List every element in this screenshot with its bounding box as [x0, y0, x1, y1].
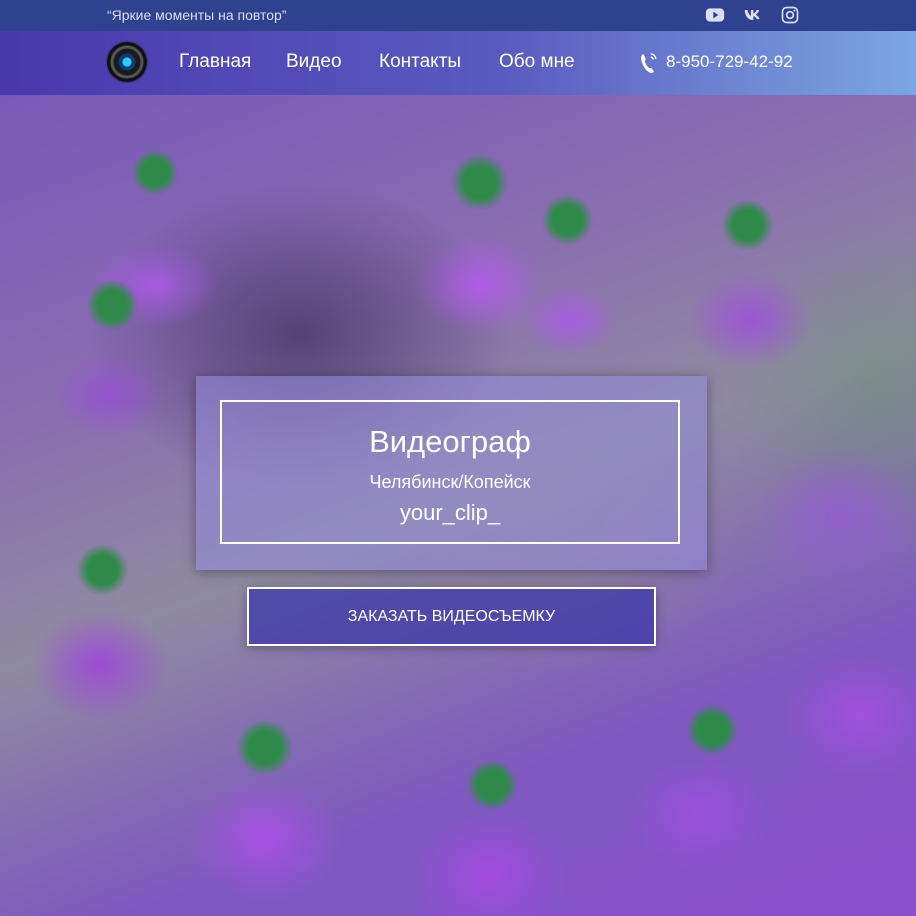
hero-handle: your_clip_	[399, 500, 501, 525]
flower-center	[85, 280, 140, 330]
flower-center	[130, 150, 180, 195]
nav-item-contacts[interactable]: Контакты	[379, 51, 461, 73]
hero-subtitle: Челябинск/Копейск	[369, 472, 531, 492]
phone-number[interactable]: 8-950-729-42-92	[666, 52, 793, 72]
youtube-icon[interactable]	[705, 5, 725, 25]
order-video-button[interactable]: ЗАКАЗАТЬ ВИДЕОСЪЕМКУ	[247, 587, 656, 646]
hero-card-frame: Видеограф Челябинск/Копейск your_clip_	[220, 400, 680, 544]
hero-title: Видеограф	[369, 424, 531, 459]
flower-center	[720, 200, 775, 250]
flower-center	[75, 545, 130, 595]
phone-icon	[641, 53, 657, 73]
flower-center	[685, 705, 740, 755]
flower-center	[235, 720, 295, 775]
flower-center	[465, 760, 520, 810]
flower-center	[540, 195, 595, 245]
vk-icon[interactable]	[743, 5, 763, 25]
flower-center	[450, 155, 510, 210]
nav-bar: Главная Видео Контакты Обо мне 8-950-729…	[0, 31, 916, 95]
camera-lens-icon[interactable]	[107, 42, 147, 82]
hero-card: Видеограф Челябинск/Копейск your_clip_	[196, 376, 707, 570]
tagline: “Яркие моменты на повтор”	[107, 7, 287, 23]
top-bar: “Яркие моменты на повтор”	[0, 0, 916, 31]
nav-item-video[interactable]: Видео	[286, 51, 342, 73]
nav-item-home[interactable]: Главная	[179, 51, 251, 73]
nav-item-about[interactable]: Обо мне	[499, 51, 575, 73]
instagram-icon[interactable]	[780, 5, 800, 25]
